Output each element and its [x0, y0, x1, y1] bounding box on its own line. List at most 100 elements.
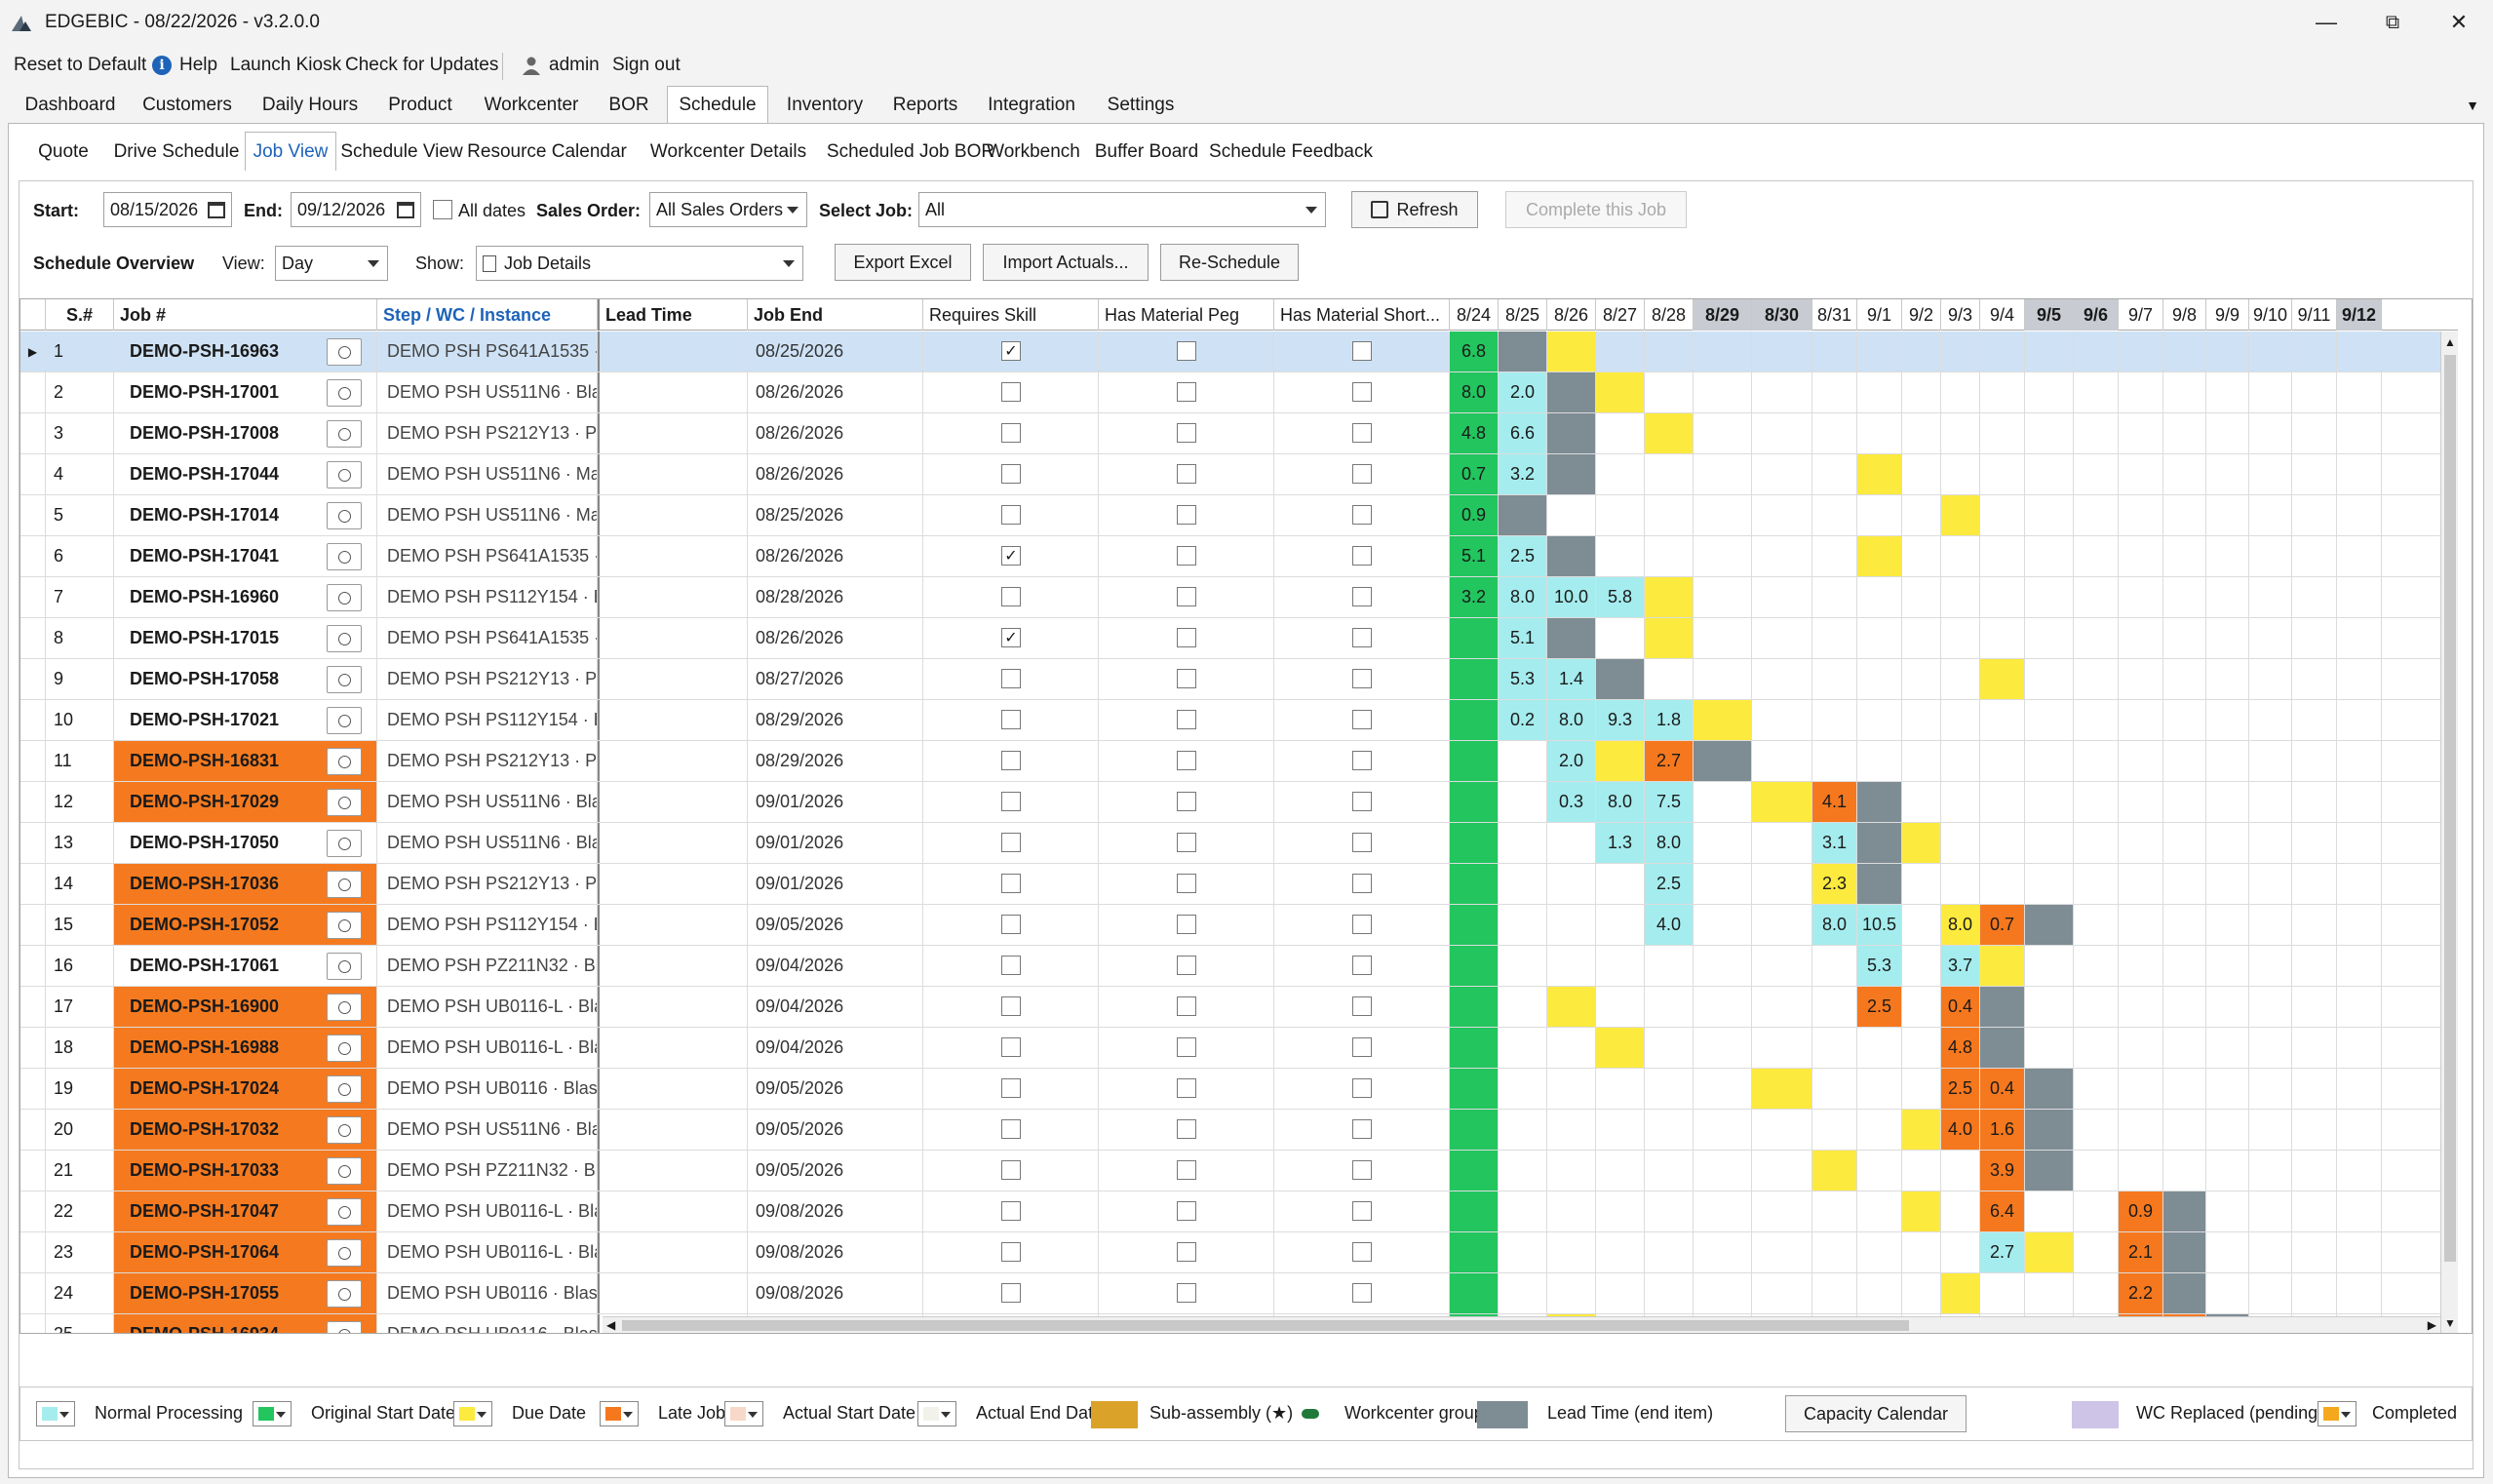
schedule-cell[interactable]: [1857, 1273, 1902, 1313]
schedule-cell[interactable]: 2.5: [1645, 864, 1694, 904]
schedule-cell[interactable]: [2074, 700, 2119, 740]
schedule-cell[interactable]: [1752, 905, 1812, 945]
schedule-cell[interactable]: [1645, 536, 1694, 576]
column-header-material-peg[interactable]: Has Material Peg: [1099, 299, 1274, 331]
schedule-cell[interactable]: [1752, 864, 1812, 904]
schedule-cell[interactable]: [1450, 864, 1499, 904]
schedule-cell[interactable]: [1694, 413, 1752, 453]
schedule-cell[interactable]: [1596, 618, 1645, 658]
job-number-cell[interactable]: DEMO-PSH-17058: [114, 659, 377, 699]
schedule-cell[interactable]: [1902, 1151, 1941, 1191]
job-number-cell[interactable]: DEMO-PSH-17052: [114, 905, 377, 945]
schedule-cell[interactable]: [1694, 823, 1752, 863]
schedule-cell[interactable]: [1902, 905, 1941, 945]
schedule-cell[interactable]: [2119, 413, 2163, 453]
schedule-cell[interactable]: [1499, 905, 1547, 945]
schedule-cell[interactable]: [1857, 495, 1902, 535]
row-indicator[interactable]: [20, 700, 46, 740]
schedule-cell[interactable]: [1902, 454, 1941, 494]
job-number-cell[interactable]: DEMO-PSH-17008: [114, 413, 377, 453]
schedule-cell[interactable]: [1645, 1151, 1694, 1191]
schedule-cell[interactable]: [1752, 536, 1812, 576]
material-short-checkbox[interactable]: [1352, 1078, 1372, 1098]
requires-skill-checkbox[interactable]: [1001, 710, 1021, 729]
schedule-cell[interactable]: [2206, 782, 2249, 822]
schedule-cell[interactable]: 5.1: [1499, 618, 1547, 658]
schedule-cell[interactable]: [1752, 741, 1812, 781]
row-indicator[interactable]: [20, 454, 46, 494]
schedule-cell[interactable]: [1547, 1191, 1596, 1231]
material-peg-checkbox[interactable]: [1177, 1160, 1196, 1180]
calendar-icon[interactable]: [208, 202, 225, 218]
schedule-cell[interactable]: [2206, 659, 2249, 699]
schedule-cell[interactable]: [1547, 372, 1596, 412]
schedule-cell[interactable]: [1596, 495, 1645, 535]
schedule-cell[interactable]: 5.1: [1450, 536, 1499, 576]
schedule-cell[interactable]: [1694, 946, 1752, 986]
schedule-cell[interactable]: [2074, 372, 2119, 412]
schedule-cell[interactable]: [2292, 1110, 2337, 1150]
schedule-cell[interactable]: [2337, 1273, 2382, 1313]
schedule-cell[interactable]: [2163, 618, 2206, 658]
schedule-cell[interactable]: [1645, 332, 1694, 371]
schedule-cell[interactable]: [1902, 823, 1941, 863]
schedule-cell[interactable]: [1499, 946, 1547, 986]
schedule-cell[interactable]: [2025, 1110, 2074, 1150]
schedule-cell[interactable]: [1499, 1273, 1547, 1313]
schedule-cell[interactable]: [1499, 1191, 1547, 1231]
job-info-button[interactable]: [327, 994, 362, 1021]
schedule-cell[interactable]: [1902, 1028, 1941, 1068]
requires-skill-checkbox[interactable]: [1001, 1160, 1021, 1180]
schedule-cell[interactable]: [2292, 782, 2337, 822]
schedule-cell[interactable]: [2074, 987, 2119, 1027]
column-header-lead-time[interactable]: Lead Time: [598, 299, 748, 331]
job-info-button[interactable]: [327, 1198, 362, 1226]
schedule-cell[interactable]: [1752, 946, 1812, 986]
table-row[interactable]: ▶ 1 DEMO-PSH-16963 DEMO PSH PS641A1535 · N 0…: [20, 332, 2458, 372]
job-number-cell[interactable]: DEMO-PSH-17061: [114, 946, 377, 986]
requires-skill-checkbox[interactable]: [1001, 1283, 1021, 1303]
schedule-cell[interactable]: [1980, 946, 2025, 986]
schedule-cell[interactable]: [2249, 659, 2292, 699]
sign-out-button[interactable]: Sign out: [612, 55, 681, 76]
schedule-cell[interactable]: [2206, 413, 2249, 453]
import-actuals-button[interactable]: Import Actuals...: [983, 244, 1149, 281]
schedule-cell[interactable]: 8.0: [1450, 372, 1499, 412]
schedule-cell[interactable]: [1596, 536, 1645, 576]
row-indicator[interactable]: [20, 659, 46, 699]
row-indicator[interactable]: [20, 1314, 46, 1333]
date-header[interactable]: 9/8: [2163, 299, 2206, 331]
job-info-button[interactable]: [327, 625, 362, 652]
schedule-cell[interactable]: [2119, 1028, 2163, 1068]
schedule-cell[interactable]: [1547, 1273, 1596, 1313]
row-indicator[interactable]: [20, 741, 46, 781]
schedule-cell[interactable]: [1752, 782, 1812, 822]
schedule-cell[interactable]: [2292, 618, 2337, 658]
material-peg-checkbox[interactable]: [1177, 505, 1196, 525]
schedule-cell[interactable]: [2292, 495, 2337, 535]
schedule-cell[interactable]: [1645, 1273, 1694, 1313]
schedule-cell[interactable]: 1.3: [1596, 823, 1645, 863]
schedule-cell[interactable]: [2119, 905, 2163, 945]
row-indicator[interactable]: [20, 1069, 46, 1109]
tab-integration[interactable]: Integration: [979, 88, 1084, 123]
requires-skill-checkbox[interactable]: [1001, 792, 1021, 811]
schedule-cell[interactable]: [1499, 1110, 1547, 1150]
schedule-cell[interactable]: [2163, 905, 2206, 945]
schedule-cell[interactable]: [1547, 1069, 1596, 1109]
schedule-cell[interactable]: [2249, 823, 2292, 863]
schedule-cell[interactable]: [2074, 1069, 2119, 1109]
job-number-cell[interactable]: DEMO-PSH-16960: [114, 577, 377, 617]
schedule-cell[interactable]: [1499, 741, 1547, 781]
column-header-requires-skill[interactable]: Requires Skill: [923, 299, 1099, 331]
tab-inventory[interactable]: Inventory: [776, 88, 874, 123]
requires-skill-checkbox[interactable]: [1001, 1037, 1021, 1057]
subtab-schedule-feedback[interactable]: Schedule Feedback: [1208, 136, 1374, 169]
schedule-cell[interactable]: [1980, 495, 2025, 535]
tab-bor[interactable]: BOR: [597, 88, 661, 123]
schedule-cell[interactable]: [1941, 823, 1980, 863]
schedule-cell[interactable]: [2163, 1273, 2206, 1313]
job-info-button[interactable]: [327, 789, 362, 816]
schedule-cell[interactable]: 3.2: [1450, 577, 1499, 617]
requires-skill-checkbox[interactable]: [1001, 1119, 1021, 1139]
